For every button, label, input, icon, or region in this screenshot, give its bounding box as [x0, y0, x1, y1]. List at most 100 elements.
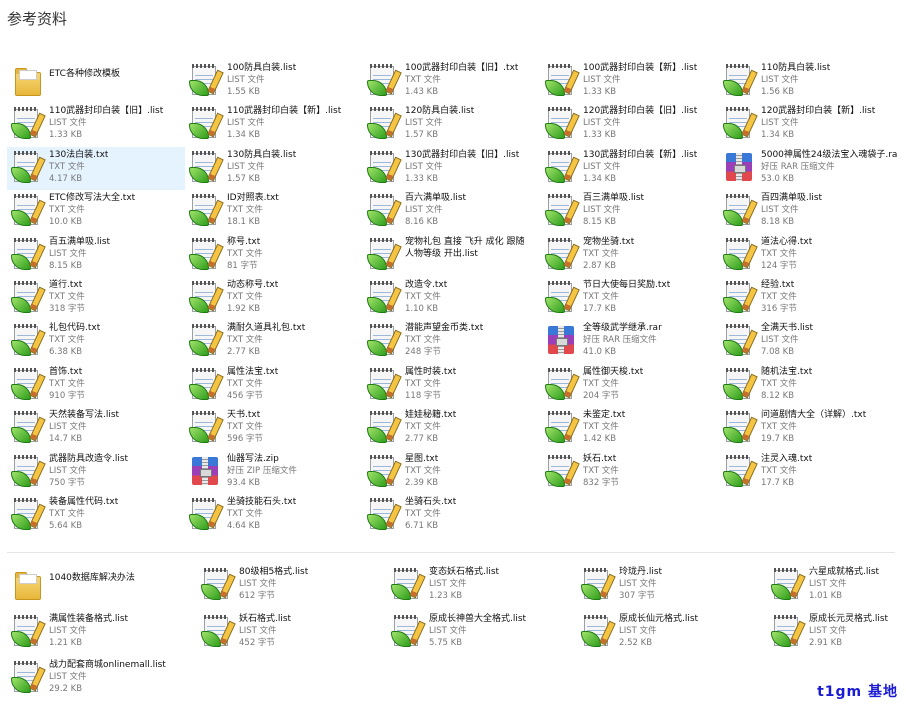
- file-type: LIST 文件: [49, 248, 87, 259]
- file-type: LIST 文件: [761, 118, 799, 129]
- file-item[interactable]: 属性御天梭.txt TXT 文件 204 字节: [541, 364, 719, 407]
- file-type: TXT 文件: [761, 422, 797, 433]
- file-item[interactable]: ETC修改写法大全.txt TXT 文件 10.0 KB: [7, 190, 185, 233]
- file-name: 120武器封印白装【新】.list: [761, 106, 876, 117]
- file-item[interactable]: 六星成就格式.list LIST 文件 1.01 KB: [767, 564, 906, 611]
- file-item[interactable]: 娃娃秘籍.txt TXT 文件 2.77 KB: [363, 407, 541, 450]
- file-name: 星图.txt: [405, 453, 439, 464]
- file-size: 19.7 KB: [761, 434, 795, 445]
- file-item[interactable]: 5000神属性24级法宝入魂袋子.rar 好压 RAR 压缩文件 53.0 KB: [719, 147, 897, 190]
- file-item[interactable]: 原成长仙元格式.list LIST 文件 2.52 KB: [577, 611, 767, 658]
- file-item[interactable]: 110武器封印白装【新】.list LIST 文件 1.34 KB: [185, 103, 363, 146]
- file-size: 612 字节: [239, 591, 275, 601]
- file-item[interactable]: 满耐久道具礼包.txt TXT 文件 2.77 KB: [185, 320, 363, 363]
- file-item[interactable]: 全满天书.list LIST 文件 7.08 KB: [719, 320, 897, 363]
- file-size: 1.33 KB: [583, 130, 617, 141]
- notepad-icon: [391, 568, 426, 600]
- file-item[interactable]: 节日大使每日奖励.txt TXT 文件 17.7 KB: [541, 277, 719, 320]
- file-item[interactable]: 原成长元灵格式.list LIST 文件 2.91 KB: [767, 611, 906, 658]
- file-name: 问道剧情大全（详解）.txt: [761, 410, 867, 421]
- file-name: 经验.txt: [761, 279, 795, 290]
- file-item[interactable]: ID对照表.txt TXT 文件 18.1 KB: [185, 190, 363, 233]
- file-type: LIST 文件: [809, 625, 847, 636]
- file-name: 坐骑技能石头.txt: [227, 496, 297, 507]
- file-item[interactable]: 星图.txt TXT 文件 2.39 KB: [363, 451, 541, 494]
- file-item[interactable]: 全等级武学继承.rar 好压 RAR 压缩文件 41.0 KB: [541, 320, 719, 363]
- file-size: 452 字节: [239, 637, 275, 648]
- file-item[interactable]: 100武器封印白装【新】.list LIST 文件 1.33 KB: [541, 60, 719, 103]
- file-item[interactable]: 道行.txt TXT 文件 318 字节: [7, 277, 185, 320]
- file-item[interactable]: 战力配套商城onlinemall.list LIST 文件 29.2 KB: [7, 657, 197, 704]
- file-item[interactable]: 130法白装.txt TXT 文件 4.17 KB: [7, 146, 185, 191]
- file-item[interactable]: 100武器封印白装【旧】.txt TXT 文件 1.43 KB: [363, 60, 541, 103]
- file-item[interactable]: 武器防具改造令.list LIST 文件 750 字节: [7, 451, 185, 494]
- file-item[interactable]: 道法心得.txt TXT 文件 124 字节: [719, 234, 897, 277]
- notepad-icon: [189, 280, 224, 313]
- file-name: 坐骑石头.txt: [405, 496, 457, 507]
- file-item[interactable]: 坐骑石头.txt TXT 文件 6.71 KB: [363, 494, 541, 537]
- file-item[interactable]: 属性时装.txt TXT 文件 118 字节: [363, 364, 541, 407]
- notepad-icon: [545, 280, 580, 313]
- file-item[interactable]: 130武器封印白装【旧】.list LIST 文件 1.33 KB: [363, 147, 541, 190]
- file-item[interactable]: 百六满单吸.list LIST 文件 8.16 KB: [363, 190, 541, 233]
- file-item[interactable]: 宠物礼包 直接 飞升 成化 跟随人物等级 开出.list: [363, 234, 541, 277]
- file-item[interactable]: 变态妖石格式.list LIST 文件 1.23 KB: [387, 564, 577, 611]
- file-size: 93.4 KB: [227, 477, 261, 488]
- file-item[interactable]: 坐骑技能石头.txt TXT 文件 4.64 KB: [185, 494, 363, 537]
- file-item[interactable]: 满属性装备格式.list LIST 文件 1.21 KB: [7, 611, 197, 658]
- file-item[interactable]: 装备属性代码.txt TXT 文件 5.64 KB: [7, 494, 185, 537]
- file-item[interactable]: 经验.txt TXT 文件 316 字节: [719, 277, 897, 320]
- file-item[interactable]: 120武器封印白装【新】.list LIST 文件 1.34 KB: [719, 103, 897, 146]
- file-item[interactable]: 潜能声望金币类.txt TXT 文件 248 字节: [363, 320, 541, 363]
- file-item[interactable]: 礼包代码.txt TXT 文件 6.38 KB: [7, 320, 185, 363]
- file-item[interactable]: 动态称号.txt TXT 文件 1.92 KB: [185, 277, 363, 320]
- notepad-icon: [201, 614, 236, 647]
- file-item[interactable]: 100防具白装.list LIST 文件 1.55 KB: [185, 60, 363, 103]
- file-item[interactable]: 130武器封印白装【新】.list LIST 文件 1.34 KB: [541, 147, 719, 190]
- file-item[interactable]: 未鉴定.txt TXT 文件 1.42 KB: [541, 407, 719, 450]
- file-item[interactable]: 随机法宝.txt TXT 文件 8.12 KB: [719, 364, 897, 407]
- file-item[interactable]: 130防具白装.list LIST 文件 1.57 KB: [185, 147, 363, 190]
- file-item[interactable]: 天书.txt TXT 文件 596 字节: [185, 407, 363, 450]
- file-type: TXT 文件: [227, 335, 263, 346]
- file-item[interactable]: 注灵入魂.txt TXT 文件 17.7 KB: [719, 451, 897, 494]
- file-size: 750 字节: [49, 477, 85, 488]
- file-item[interactable]: 称号.txt TXT 文件 81 字节: [185, 234, 363, 277]
- file-item[interactable]: 妖石格式.list LIST 文件 452 字节: [197, 611, 387, 658]
- file-size: 1.55 KB: [227, 87, 261, 97]
- file-type: LIST 文件: [227, 118, 265, 129]
- file-item[interactable]: 宠物坐骑.txt TXT 文件 2.87 KB: [541, 234, 719, 277]
- file-item[interactable]: 110武器封印白装【旧】.list LIST 文件 1.33 KB: [7, 103, 185, 146]
- folder-item[interactable]: 1040数据库解决办法: [7, 564, 197, 611]
- file-item[interactable]: 问道剧情大全（详解）.txt TXT 文件 19.7 KB: [719, 407, 897, 450]
- folder-icon: [13, 570, 41, 602]
- file-item[interactable]: 百四满单吸.list LIST 文件 8.18 KB: [719, 190, 897, 233]
- file-item[interactable]: 120防具白装.list LIST 文件 1.57 KB: [363, 103, 541, 146]
- file-name: 130武器封印白装【旧】.list: [405, 149, 520, 160]
- file-item[interactable]: 百三满单吸.list LIST 文件 8.15 KB: [541, 190, 719, 233]
- file-type: LIST 文件: [583, 161, 621, 172]
- file-item[interactable]: 天然装备写法.list LIST 文件 14.7 KB: [7, 407, 185, 450]
- notepad-icon: [11, 411, 46, 444]
- file-size: 53.0 KB: [761, 173, 795, 184]
- folder-item[interactable]: ETC各种修改模板: [7, 60, 185, 103]
- file-item[interactable]: 属性法宝.txt TXT 文件 456 字节: [185, 364, 363, 407]
- file-type: TXT 文件: [583, 378, 619, 389]
- notepad-icon: [11, 324, 46, 357]
- file-type: LIST 文件: [429, 579, 467, 589]
- file-item[interactable]: 玲珑丹.list LIST 文件 307 字节: [577, 564, 767, 611]
- file-name: 玲珑丹.list: [619, 567, 663, 577]
- notepad-icon: [367, 194, 402, 227]
- file-size: 2.77 KB: [227, 347, 261, 358]
- file-item[interactable]: 百五满单吸.list LIST 文件 8.15 KB: [7, 234, 185, 277]
- file-item[interactable]: 120武器封印白装【旧】.list LIST 文件 1.33 KB: [541, 103, 719, 146]
- file-item[interactable]: 仙器写法.zip 好压 ZIP 压缩文件 93.4 KB: [185, 451, 363, 494]
- file-item[interactable]: 改造令.txt TXT 文件 1.10 KB: [363, 277, 541, 320]
- file-item[interactable]: 首饰.txt TXT 文件 910 字节: [7, 364, 185, 407]
- file-item[interactable]: 妖石.txt TXT 文件 832 字节: [541, 451, 719, 494]
- file-size: 1.21 KB: [49, 637, 83, 648]
- file-item[interactable]: 110防具白装.list LIST 文件 1.56 KB: [719, 60, 897, 103]
- file-item[interactable]: 80级相5格式.list LIST 文件 612 字节: [197, 564, 387, 611]
- file-name: 妖石.txt: [583, 453, 617, 464]
- file-item[interactable]: 原成长神兽大全格式.list LIST 文件 5.75 KB: [387, 611, 577, 658]
